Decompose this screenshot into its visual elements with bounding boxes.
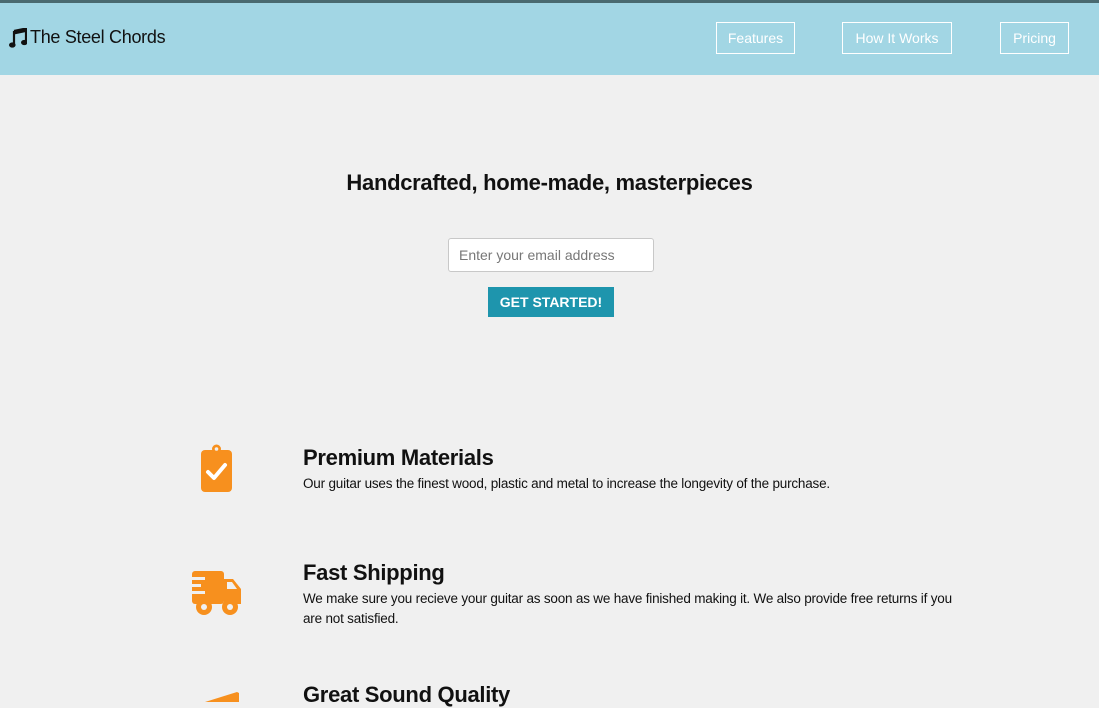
shipping-truck-icon	[191, 571, 241, 615]
site-header: The Steel Chords Features How It Works P…	[0, 0, 1099, 75]
feature-title-premium-materials: Premium Materials	[303, 445, 494, 470]
feature-title-great-sound-quality: Great Sound Quality	[303, 682, 510, 707]
feature-desc-fast-shipping: We make sure you recieve your guitar as …	[303, 591, 952, 626]
music-note-icon	[9, 27, 27, 48]
nav-link-how-it-works[interactable]: How It Works	[842, 22, 952, 54]
nav-link-pricing[interactable]: Pricing	[1000, 22, 1069, 54]
nav-link-features[interactable]: Features	[716, 22, 795, 54]
megaphone-icon	[205, 692, 239, 702]
feature-desc-premium-materials: Our guitar uses the finest wood, plastic…	[303, 476, 830, 491]
get-started-button[interactable]: GET STARTED!	[488, 287, 614, 317]
email-input[interactable]	[448, 238, 654, 272]
brand-logo[interactable]: The Steel Chords	[9, 27, 166, 48]
clipboard-check-icon	[201, 444, 232, 492]
feature-title-fast-shipping: Fast Shipping	[303, 560, 445, 585]
brand-name: The Steel Chords	[30, 27, 166, 47]
hero-title: Handcrafted, home-made, masterpieces	[346, 170, 753, 195]
